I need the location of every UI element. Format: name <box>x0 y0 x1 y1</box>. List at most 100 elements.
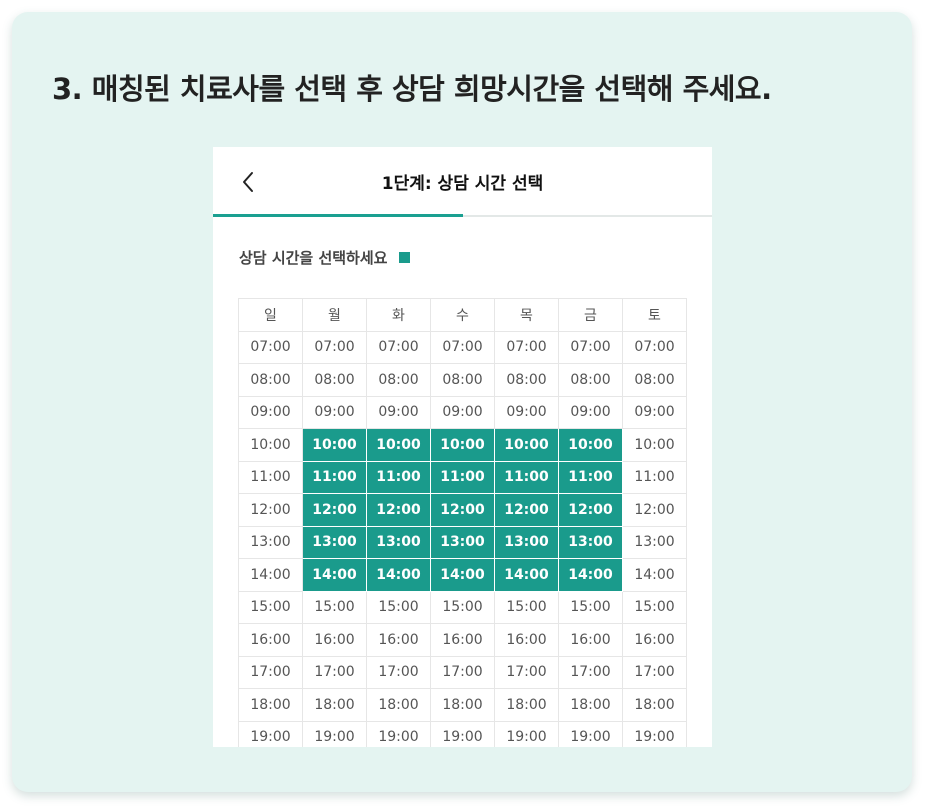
time-slot[interactable]: 19:00 <box>238 720 303 747</box>
time-slot-selected[interactable]: 12:00 <box>366 493 431 527</box>
time-slot[interactable]: 07:00 <box>238 330 303 364</box>
selected-legend-swatch <box>399 252 411 263</box>
time-slot-selected[interactable]: 12:00 <box>558 493 623 527</box>
time-slot[interactable]: 19:00 <box>302 720 367 747</box>
time-slot-selected[interactable]: 12:00 <box>430 493 495 527</box>
time-slot[interactable]: 09:00 <box>302 395 367 429</box>
time-slot[interactable]: 09:00 <box>494 395 559 429</box>
time-slot[interactable]: 16:00 <box>430 623 495 657</box>
day-header: 금 <box>558 298 623 332</box>
time-row: 08:00 08:00 08:00 08:00 08:00 08:00 08:00 <box>238 363 687 397</box>
time-slot[interactable]: 18:00 <box>558 688 623 722</box>
time-slot[interactable]: 18:00 <box>494 688 559 722</box>
time-slot-selected[interactable]: 11:00 <box>366 460 431 494</box>
time-slot[interactable]: 07:00 <box>558 330 623 364</box>
time-slot[interactable]: 17:00 <box>622 655 687 689</box>
time-slot[interactable]: 09:00 <box>558 395 623 429</box>
time-slot[interactable]: 18:00 <box>238 688 303 722</box>
time-slot-selected[interactable]: 11:00 <box>494 460 559 494</box>
day-header: 화 <box>366 298 431 332</box>
time-slot-selected[interactable]: 11:00 <box>302 460 367 494</box>
time-slot[interactable]: 17:00 <box>430 655 495 689</box>
time-slot[interactable]: 18:00 <box>366 688 431 722</box>
time-slot[interactable]: 11:00 <box>622 460 687 494</box>
time-slot-selected[interactable]: 14:00 <box>366 558 431 592</box>
time-slot-selected[interactable]: 10:00 <box>430 428 495 462</box>
time-slot[interactable]: 08:00 <box>302 363 367 397</box>
time-slot[interactable]: 19:00 <box>622 720 687 747</box>
time-slot[interactable]: 16:00 <box>494 623 559 657</box>
time-slot[interactable]: 15:00 <box>366 590 431 624</box>
time-slot[interactable]: 07:00 <box>430 330 495 364</box>
time-slot[interactable]: 17:00 <box>238 655 303 689</box>
time-slot-selected[interactable]: 14:00 <box>302 558 367 592</box>
time-slot[interactable]: 17:00 <box>302 655 367 689</box>
time-slot-selected[interactable]: 14:00 <box>558 558 623 592</box>
time-slot[interactable]: 12:00 <box>238 493 303 527</box>
time-slot[interactable]: 17:00 <box>494 655 559 689</box>
time-slot[interactable]: 16:00 <box>622 623 687 657</box>
time-slot[interactable]: 17:00 <box>558 655 623 689</box>
time-slot-selected[interactable]: 14:00 <box>430 558 495 592</box>
time-slot-selected[interactable]: 12:00 <box>494 493 559 527</box>
time-slot[interactable]: 09:00 <box>430 395 495 429</box>
time-slot[interactable]: 13:00 <box>238 525 303 559</box>
time-slot[interactable]: 19:00 <box>430 720 495 747</box>
time-slot[interactable]: 08:00 <box>366 363 431 397</box>
time-slot[interactable]: 16:00 <box>302 623 367 657</box>
time-slot[interactable]: 15:00 <box>238 590 303 624</box>
time-slot[interactable]: 19:00 <box>558 720 623 747</box>
time-slot[interactable]: 13:00 <box>622 525 687 559</box>
time-slot[interactable]: 07:00 <box>494 330 559 364</box>
day-header: 수 <box>430 298 495 332</box>
time-slot[interactable]: 15:00 <box>494 590 559 624</box>
time-slot[interactable]: 16:00 <box>238 623 303 657</box>
time-slot[interactable]: 08:00 <box>494 363 559 397</box>
time-slot[interactable]: 19:00 <box>494 720 559 747</box>
time-slot[interactable]: 17:00 <box>366 655 431 689</box>
time-slot[interactable]: 18:00 <box>430 688 495 722</box>
time-slot[interactable]: 07:00 <box>366 330 431 364</box>
section-label-text: 상담 시간을 선택하세요 <box>239 249 388 267</box>
time-slot[interactable]: 16:00 <box>558 623 623 657</box>
time-slot[interactable]: 10:00 <box>622 428 687 462</box>
time-slot-selected[interactable]: 10:00 <box>302 428 367 462</box>
time-slot[interactable]: 08:00 <box>238 363 303 397</box>
time-slot[interactable]: 10:00 <box>238 428 303 462</box>
time-slot[interactable]: 19:00 <box>366 720 431 747</box>
time-slot-selected[interactable]: 13:00 <box>430 525 495 559</box>
time-row: 18:00 18:00 18:00 18:00 18:00 18:00 18:00 <box>238 688 687 722</box>
time-slot-selected[interactable]: 10:00 <box>366 428 431 462</box>
time-slot[interactable]: 18:00 <box>622 688 687 722</box>
time-slot[interactable]: 15:00 <box>558 590 623 624</box>
time-slot-selected[interactable]: 12:00 <box>302 493 367 527</box>
time-slot[interactable]: 15:00 <box>430 590 495 624</box>
time-slot[interactable]: 08:00 <box>558 363 623 397</box>
time-row: 11:00 11:00 11:00 11:00 11:00 11:00 11:00 <box>238 460 687 494</box>
time-slot-selected[interactable]: 10:00 <box>494 428 559 462</box>
time-slot[interactable]: 18:00 <box>302 688 367 722</box>
day-header: 월 <box>302 298 367 332</box>
time-slot[interactable]: 08:00 <box>622 363 687 397</box>
time-slot[interactable]: 16:00 <box>366 623 431 657</box>
time-slot[interactable]: 14:00 <box>238 558 303 592</box>
time-slot[interactable]: 15:00 <box>302 590 367 624</box>
time-slot-selected[interactable]: 14:00 <box>494 558 559 592</box>
time-slot-selected[interactable]: 13:00 <box>302 525 367 559</box>
time-slot-selected[interactable]: 11:00 <box>430 460 495 494</box>
time-slot-selected[interactable]: 10:00 <box>558 428 623 462</box>
time-slot[interactable]: 07:00 <box>302 330 367 364</box>
time-slot[interactable]: 12:00 <box>622 493 687 527</box>
time-slot[interactable]: 09:00 <box>238 395 303 429</box>
time-slot[interactable]: 11:00 <box>238 460 303 494</box>
time-slot[interactable]: 15:00 <box>622 590 687 624</box>
time-slot[interactable]: 09:00 <box>622 395 687 429</box>
time-slot-selected[interactable]: 13:00 <box>366 525 431 559</box>
time-slot[interactable]: 09:00 <box>366 395 431 429</box>
time-slot[interactable]: 08:00 <box>430 363 495 397</box>
time-slot-selected[interactable]: 11:00 <box>558 460 623 494</box>
time-slot[interactable]: 14:00 <box>622 558 687 592</box>
time-slot-selected[interactable]: 13:00 <box>558 525 623 559</box>
time-slot[interactable]: 07:00 <box>622 330 687 364</box>
time-slot-selected[interactable]: 13:00 <box>494 525 559 559</box>
